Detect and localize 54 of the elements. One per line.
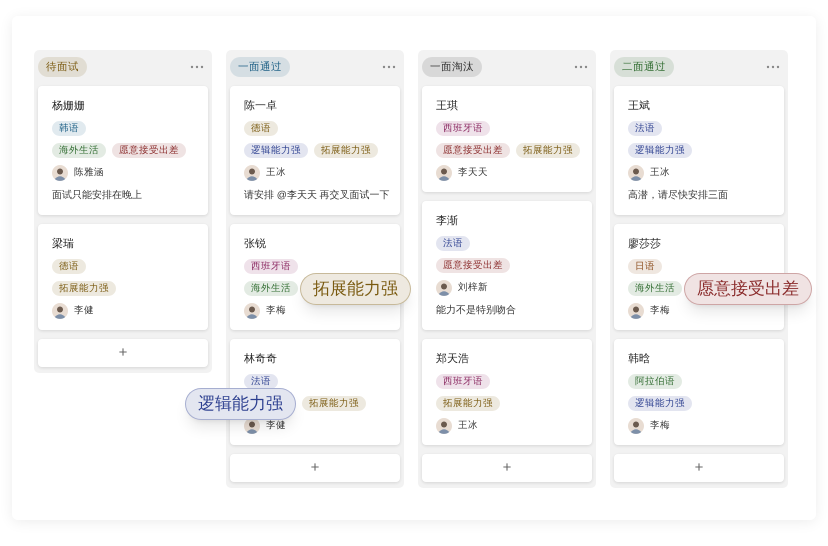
- tag: 日语: [628, 259, 662, 274]
- candidate-name: 韩晗: [628, 352, 651, 367]
- assignee-name: 李梅: [650, 304, 670, 318]
- assignee-name: 李健: [266, 418, 286, 433]
- assignee-name: 刘梓新: [458, 280, 488, 295]
- tag: 德语: [52, 259, 86, 274]
- tag: 愿意接受出差: [436, 143, 510, 158]
- tag: 阿拉伯语: [628, 374, 682, 389]
- candidate-name: 林奇奇: [244, 352, 278, 367]
- tag: 拓展能力强: [314, 143, 378, 158]
- tag: 西班牙语: [436, 374, 490, 389]
- candidate-name: 廖莎莎: [628, 237, 662, 252]
- tag: 逻辑能力强: [628, 143, 692, 158]
- tag: 法语: [628, 121, 662, 136]
- tag: 西班牙语: [436, 121, 490, 136]
- tag: 愿意接受出差: [112, 143, 186, 158]
- tag: 拓展能力强: [52, 281, 116, 296]
- tag: 愿意接受出差: [436, 258, 510, 273]
- tag: 德语: [244, 121, 278, 136]
- note-text: 面试只能安排在晚上: [52, 188, 143, 203]
- assignee-name: 王冰: [650, 166, 670, 180]
- candidate-name: 杨姗姗: [52, 99, 86, 114]
- candidate-name: 李渐: [436, 214, 459, 229]
- tag: 拓展能力强: [516, 143, 580, 158]
- assignee-name: 陈雅涵: [74, 166, 104, 180]
- tag: 海外生活: [244, 281, 298, 296]
- candidate-name: 梁瑞: [52, 237, 75, 252]
- tag: 海外生活: [52, 143, 106, 158]
- candidate-name: 王琪: [436, 99, 459, 114]
- assignee-name: 李梅: [650, 418, 670, 433]
- tag: 逻辑能力强: [628, 396, 692, 411]
- assignee-name: 李梅: [266, 304, 286, 318]
- column-title: 一面通过: [230, 57, 290, 77]
- assignee-name: 王冰: [266, 166, 286, 180]
- note-text: 能力不是特别吻合: [436, 304, 517, 318]
- assignee-name: 王冰: [458, 418, 478, 433]
- tag: 拓展能力强: [436, 396, 500, 411]
- tag: 拓展能力强: [302, 396, 366, 411]
- tag: 韩语: [52, 121, 86, 136]
- tag: 法语: [436, 236, 470, 251]
- tag: 法语: [244, 374, 278, 389]
- note-text: 高潜，请尽快安排三面: [628, 188, 729, 203]
- candidate-name: 王斌: [628, 99, 651, 114]
- tag: 逻辑能力强: [244, 143, 308, 158]
- column-title: 二面通过: [614, 57, 674, 77]
- candidate-name: 张锐: [244, 237, 267, 252]
- assignee-name: 李健: [74, 304, 94, 318]
- column-title: 一面淘汰: [422, 57, 482, 77]
- tag: 西班牙语: [244, 259, 298, 274]
- column-title: 待面试: [38, 57, 87, 77]
- tag: 海外生活: [628, 281, 682, 296]
- assignee-name: 李天天: [458, 166, 488, 180]
- candidate-name: 郑天浩: [436, 352, 470, 367]
- candidate-name: 陈一卓: [244, 99, 278, 114]
